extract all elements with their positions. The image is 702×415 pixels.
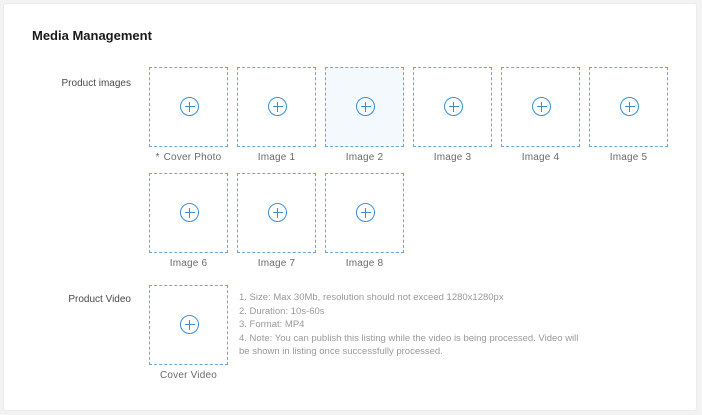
upload-cover-photo-button[interactable] <box>149 67 228 147</box>
plus-circle-icon <box>532 97 551 116</box>
image-slot-caption: * Cover Photo <box>155 152 222 163</box>
image-slot-caption: Image 4 <box>521 152 560 163</box>
image-slot-caption: Image 6 <box>169 258 208 269</box>
video-requirements-notes: 1. Size: Max 30Mb, resolution should not… <box>239 291 579 359</box>
image-slot-cover: * Cover Photo <box>149 67 228 163</box>
image-slot-2: Image 2 <box>325 67 404 163</box>
video-slot-cover: Cover Video <box>149 285 228 381</box>
required-mark: * <box>155 152 160 163</box>
upload-cover-video-button[interactable] <box>149 285 228 365</box>
video-note-duration: 2. Duration: 10s-60s <box>239 305 325 317</box>
image-slot-7: Image 7 <box>237 173 316 269</box>
upload-image-1-button[interactable] <box>237 67 316 147</box>
image-slot-6: Image 6 <box>149 173 228 269</box>
image-slot-1: Image 1 <box>237 67 316 163</box>
image-slot-5: Image 5 <box>589 67 668 163</box>
image-slot-caption: Image 8 <box>345 258 384 269</box>
plus-circle-icon <box>180 97 199 116</box>
plus-circle-icon <box>620 97 639 116</box>
plus-circle-icon <box>356 97 375 116</box>
video-note-format: 3. Format: MP4 <box>239 319 305 330</box>
plus-circle-icon <box>356 203 375 222</box>
plus-circle-icon <box>268 97 287 116</box>
plus-circle-icon <box>180 203 199 222</box>
product-video-label: Product Video <box>68 294 131 305</box>
upload-image-2-button[interactable] <box>325 67 404 147</box>
plus-circle-icon <box>444 97 463 116</box>
image-slot-3: Image 3 <box>413 67 492 163</box>
video-note-size: 1. Size: Max 30Mb, resolution should not… <box>239 292 504 303</box>
product-images-label: Product images <box>61 78 131 89</box>
upload-image-8-button[interactable] <box>325 173 404 253</box>
image-slot-4: Image 4 <box>501 67 580 163</box>
upload-image-4-button[interactable] <box>501 67 580 147</box>
image-slot-8: Image 8 <box>325 173 404 269</box>
upload-image-6-button[interactable] <box>149 173 228 253</box>
image-slot-caption: Image 7 <box>257 258 296 269</box>
image-slot-caption: Image 2 <box>345 152 384 163</box>
plus-circle-icon <box>180 315 199 334</box>
image-slot-caption: Image 1 <box>257 152 296 163</box>
section-title: Media Management <box>32 28 152 43</box>
upload-image-5-button[interactable] <box>589 67 668 147</box>
plus-circle-icon <box>268 203 287 222</box>
video-note-processing: 4. Note: You can publish this listing wh… <box>239 332 579 358</box>
upload-image-7-button[interactable] <box>237 173 316 253</box>
video-slot-caption: Cover Video <box>159 370 218 381</box>
media-management-card: Media Management Product images * Cover P… <box>3 3 697 411</box>
upload-image-3-button[interactable] <box>413 67 492 147</box>
image-slot-caption: Image 5 <box>609 152 648 163</box>
image-slot-caption: Image 3 <box>433 152 472 163</box>
